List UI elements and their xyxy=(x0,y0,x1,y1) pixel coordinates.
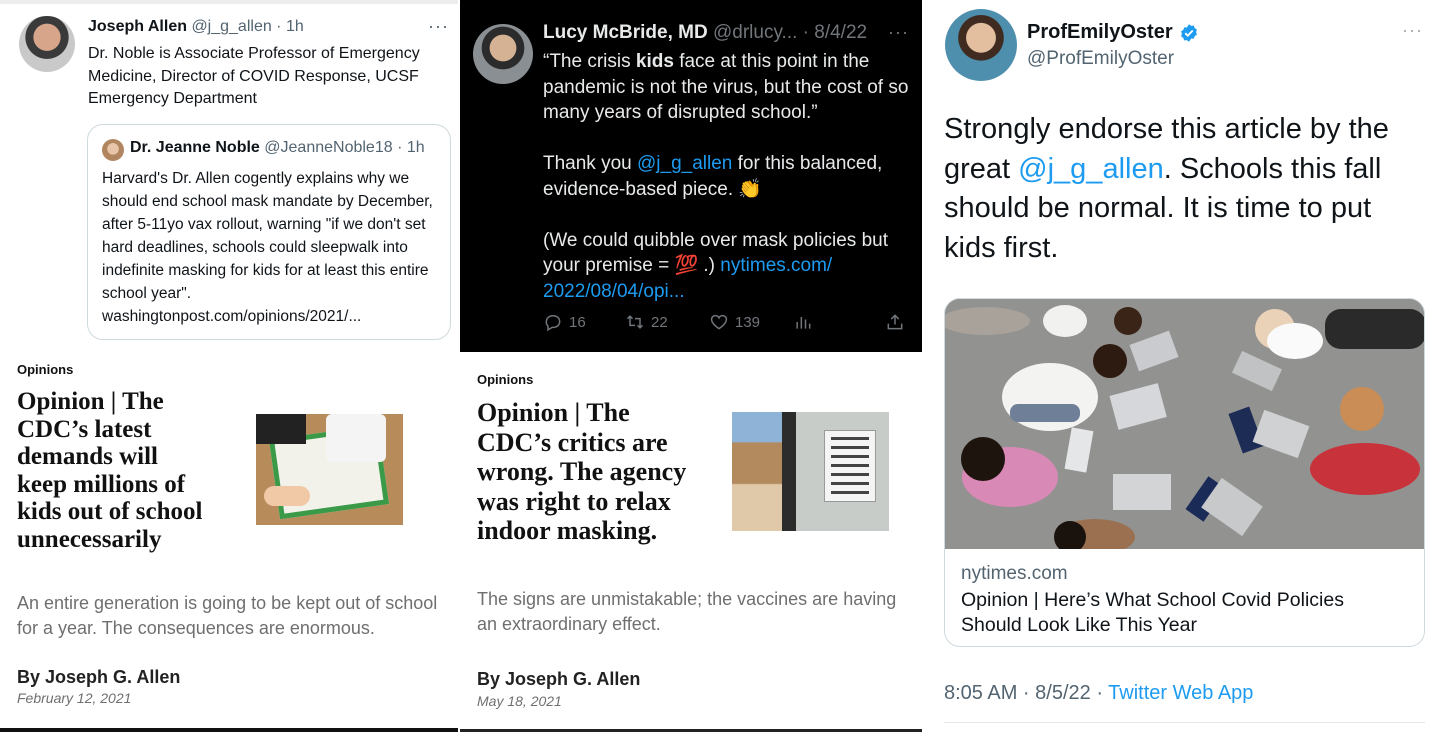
author-name-row[interactable]: ProfEmilyOster xyxy=(1027,21,1199,44)
author-name: ProfEmilyOster xyxy=(1027,21,1173,43)
avatar[interactable] xyxy=(945,9,1017,81)
panel-lucy-mcbride-tweet: Lucy McBride, MD @drlucy... · 8/4/22 ···… xyxy=(460,0,922,732)
quoted-tweet[interactable]: Dr. Jeanne Noble @JeanneNoble18 · 1h Har… xyxy=(87,124,451,340)
verified-badge-icon xyxy=(1180,23,1197,42)
share-icon xyxy=(887,314,903,330)
like-count: 139 xyxy=(735,313,761,331)
text-run: “The crisis xyxy=(543,51,636,72)
tweet-header: Lucy McBride, MD @drlucy... · 8/4/22 xyxy=(543,22,867,44)
card-title: Opinion | Here’s What School Covid Polic… xyxy=(961,589,1344,636)
thumbnail-arm xyxy=(256,414,306,444)
article-thumbnail[interactable] xyxy=(256,414,403,525)
text-run: (We could quibble over mask policies but… xyxy=(543,229,888,277)
article-byline[interactable]: By Joseph G. Allen xyxy=(17,667,180,688)
handle-time: @drlucy... · 8/4/22 xyxy=(712,22,868,43)
author-name[interactable]: Lucy McBride, MD xyxy=(543,22,708,43)
article-thumbnail[interactable] xyxy=(732,412,889,531)
bottom-divider xyxy=(0,728,458,732)
card-text: nytimes.com Opinion | Here’s What School… xyxy=(945,549,1424,646)
article-byline[interactable]: By Joseph G. Allen xyxy=(477,669,640,690)
avatar[interactable] xyxy=(473,24,533,84)
article-headline[interactable]: Opinion | The CDC’s latest demands will … xyxy=(17,388,207,553)
reply-count: 16 xyxy=(569,313,586,331)
reply-icon xyxy=(545,315,561,332)
article-kicker[interactable]: Opinions xyxy=(477,372,533,387)
author-handle: @ProfEmilyOster xyxy=(1027,48,1175,69)
quoted-tweet-text: Harvard's Dr. Allen cogently explains wh… xyxy=(102,170,433,325)
thumbnail-door-frame xyxy=(782,412,796,531)
more-options-icon[interactable]: ··· xyxy=(1402,20,1423,41)
mention-link[interactable]: @j_g_allen xyxy=(637,153,732,174)
more-options-icon[interactable]: ··· xyxy=(428,16,449,37)
retweet-count: 22 xyxy=(651,313,668,331)
avatar[interactable] xyxy=(19,16,75,72)
analytics-button[interactable] xyxy=(793,312,813,332)
mention-link[interactable]: @j_g_allen xyxy=(1018,153,1164,185)
reply-button[interactable]: 16 xyxy=(543,312,586,332)
tweet-text: Strongly endorse this article by the gre… xyxy=(944,110,1424,268)
quoted-author-name: Dr. Jeanne Noble xyxy=(130,139,260,156)
panel-joseph-allen-tweet: Joseph Allen @j_g_allen · 1h ··· Dr. Nob… xyxy=(0,0,458,732)
dark-tweet-card: Lucy McBride, MD @drlucy... · 8/4/22 ···… xyxy=(460,0,922,352)
thumbnail-hand xyxy=(264,486,310,506)
quoted-tweet-header: Dr. Jeanne Noble @JeanneNoble18 · 1h xyxy=(130,139,425,157)
tweet-source[interactable]: Twitter Web App xyxy=(1108,682,1253,704)
bold-text: kids xyxy=(635,51,674,72)
thumbnail-sign xyxy=(824,430,876,502)
thumbnail-street xyxy=(732,412,782,531)
handle-time: @j_g_allen · 1h xyxy=(191,18,304,35)
article-date: February 12, 2021 xyxy=(17,690,132,706)
card-domain: nytimes.com xyxy=(961,563,1068,584)
tweet-actions: 16 22 139 xyxy=(543,312,915,334)
like-button[interactable]: 139 xyxy=(709,312,760,332)
tweet-paragraph: Thank you @j_g_allen for this balanced, … xyxy=(543,151,915,202)
thumbnail-sleeve xyxy=(326,414,386,462)
share-button[interactable] xyxy=(885,312,905,332)
avatar xyxy=(102,139,124,161)
top-divider xyxy=(0,0,458,4)
article-kicker[interactable]: Opinions xyxy=(17,362,73,377)
heart-icon xyxy=(710,314,728,330)
tweet-metadata: 8:05 AM · 8/5/22 · Twitter Web App xyxy=(944,682,1253,705)
panel-emily-oster-tweet: ProfEmilyOster @ProfEmilyOster ··· Stron… xyxy=(924,0,1448,732)
article-date: May 18, 2021 xyxy=(477,693,562,709)
tweet-text: Dr. Noble is Associate Professor of Emer… xyxy=(88,45,420,107)
analytics-icon xyxy=(796,317,811,329)
retweet-button[interactable]: 22 xyxy=(625,312,668,332)
author-name[interactable]: Joseph Allen xyxy=(88,18,187,35)
more-options-icon[interactable]: ··· xyxy=(888,22,909,43)
quoted-handle-time: @JeanneNoble18 · 1h xyxy=(264,139,425,156)
article-dek: An entire generation is going to be kept… xyxy=(17,593,438,638)
classroom-photo xyxy=(945,299,1424,549)
tweet-paragraph: “The crisis kids face at this point in t… xyxy=(543,49,915,126)
tweet-header: Joseph Allen @j_g_allen · 1h xyxy=(88,18,304,36)
retweet-icon xyxy=(626,315,644,329)
tweet-timestamp[interactable]: 8:05 AM · 8/5/22 · xyxy=(944,682,1108,704)
divider xyxy=(944,722,1425,723)
link-card[interactable]: nytimes.com Opinion | Here’s What School… xyxy=(944,298,1425,647)
card-image xyxy=(945,299,1424,549)
article-dek: The signs are unmistakable; the vaccines… xyxy=(477,589,897,634)
article-headline[interactable]: Opinion | The CDC’s critics are wrong. T… xyxy=(477,398,687,546)
tweet-text: “The crisis kids face at this point in t… xyxy=(543,49,915,330)
tweet-paragraph: (We could quibble over mask policies but… xyxy=(543,228,915,305)
text-run: Thank you xyxy=(543,153,637,174)
